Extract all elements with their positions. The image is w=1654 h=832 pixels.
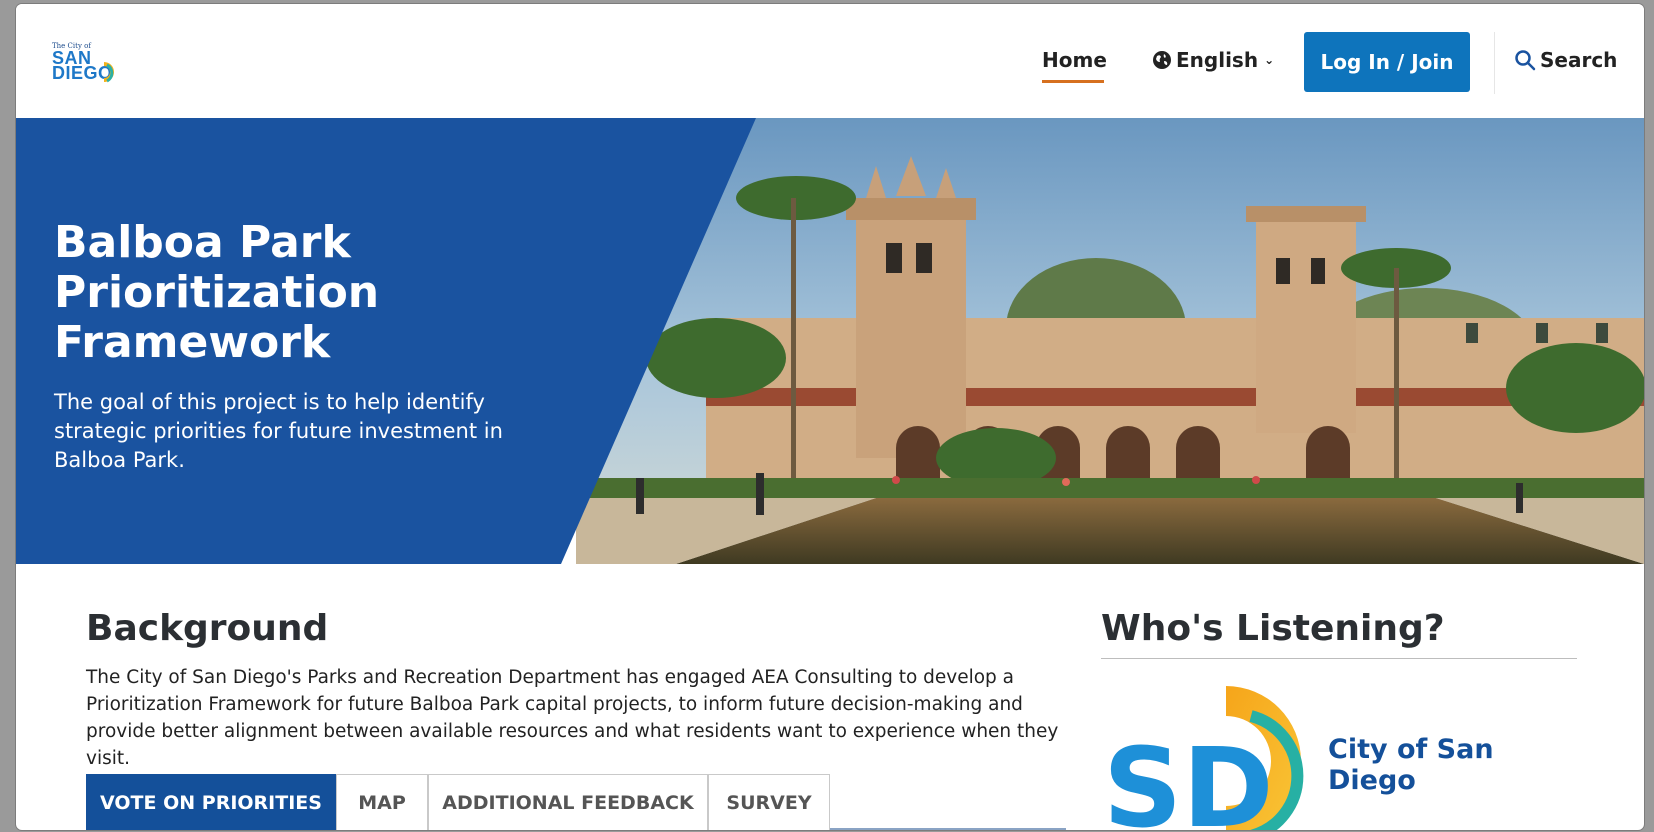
- tab-additional-feedback[interactable]: ADDITIONAL FEEDBACK: [428, 774, 708, 830]
- tab-vote-on-priorities[interactable]: VOTE ON PRIORITIES: [86, 774, 336, 830]
- globe-icon: [1153, 51, 1171, 69]
- hero-title: Balboa Park Prioritization Framework: [54, 217, 380, 368]
- org-name: City of San Diego: [1328, 734, 1494, 796]
- nav-home-link[interactable]: Home: [1042, 48, 1107, 72]
- search-label: Search: [1540, 48, 1618, 72]
- sd-logo-text: SD: [1103, 724, 1274, 830]
- hero-banner: Balboa Park Prioritization Framework The…: [16, 118, 1644, 564]
- sd-logo-icon: SD: [1103, 686, 1304, 830]
- tab-map[interactable]: MAP: [336, 774, 428, 830]
- engagement-tabs: VOTE ON PRIORITIES MAP ADDITIONAL FEEDBA…: [86, 774, 1066, 830]
- whos-listening-divider: [1101, 658, 1577, 659]
- city-logo[interactable]: The City of SAN DIEGO: [52, 42, 142, 92]
- background-heading: Background: [86, 608, 329, 649]
- sun-logo-icon: [104, 62, 114, 83]
- chevron-down-icon: ⌄: [1264, 53, 1275, 67]
- search-button[interactable]: Search: [1514, 48, 1617, 72]
- browser-window: The City of SAN DIEGO Home English ⌄ Log…: [16, 4, 1644, 830]
- language-label: English: [1176, 48, 1259, 72]
- background-text: The City of San Diego's Parks and Recrea…: [86, 667, 1059, 769]
- login-join-button[interactable]: Log In / Join: [1304, 32, 1470, 92]
- nav-active-indicator: [1042, 80, 1104, 83]
- search-icon: [1515, 50, 1536, 71]
- tab-survey[interactable]: SURVEY: [708, 774, 830, 830]
- language-selector[interactable]: English ⌄: [1152, 48, 1274, 72]
- whos-listening-heading: Who's Listening?: [1101, 608, 1445, 649]
- nav-divider: [1494, 32, 1495, 94]
- site-header: The City of SAN DIEGO Home English ⌄ Log…: [16, 4, 1644, 118]
- hero-description: The goal of this project is to help iden…: [54, 390, 503, 472]
